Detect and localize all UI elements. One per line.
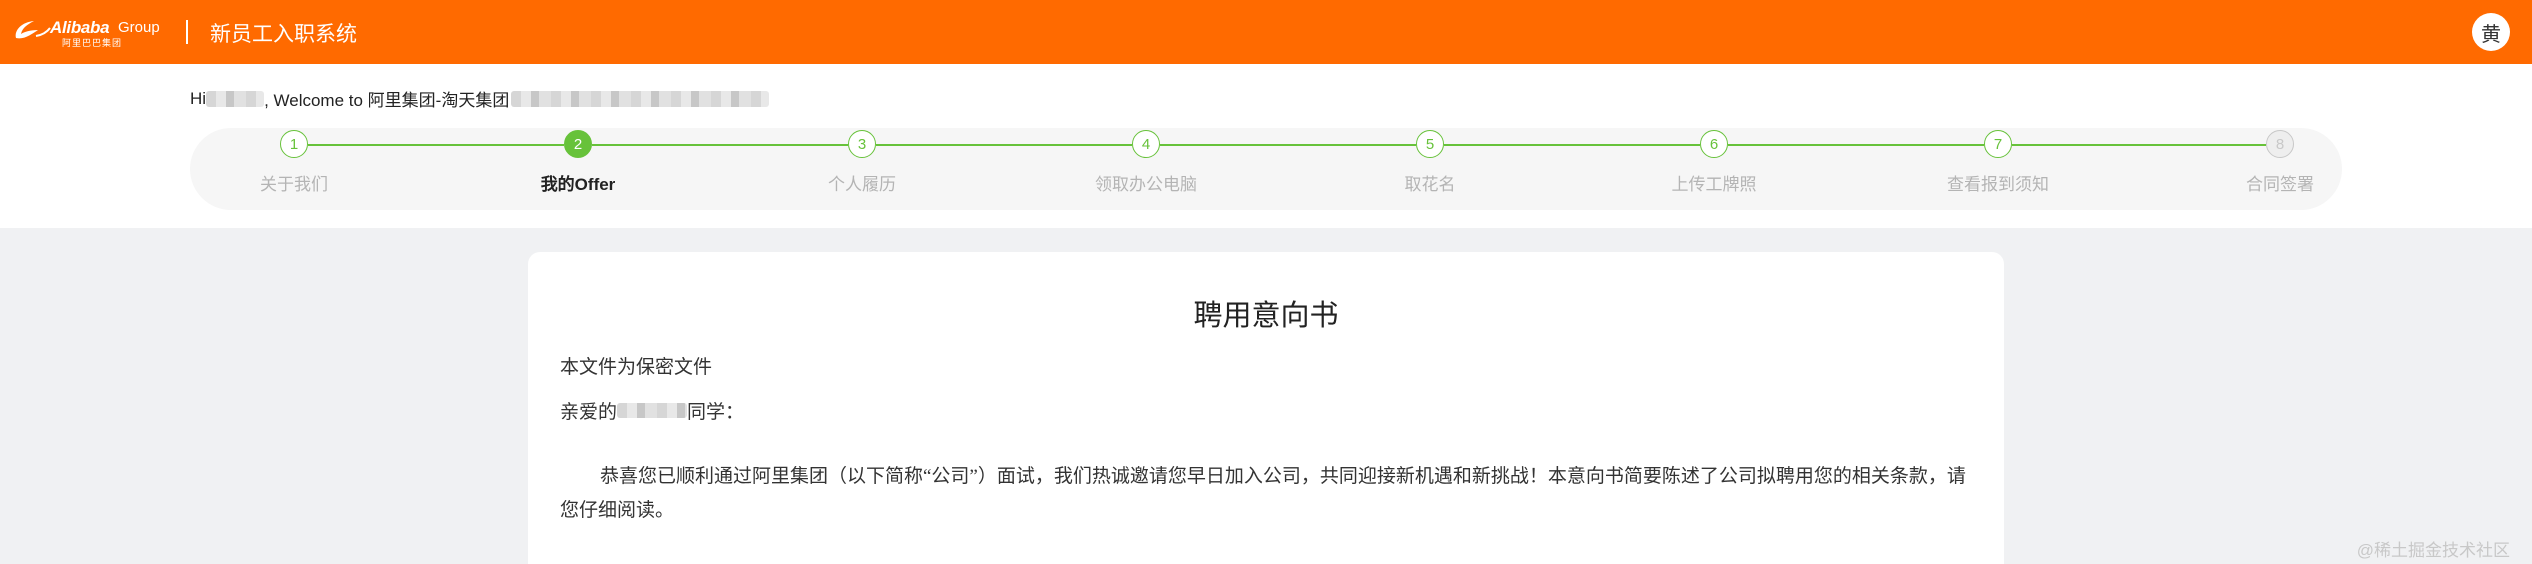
redacted-department (511, 90, 770, 107)
system-title: 新员工入职系统 (210, 23, 357, 46)
step-label: 合同签署 (2246, 175, 2314, 194)
user-avatar[interactable]: 黄 (2472, 13, 2510, 51)
logo-sub-text: 阿里巴巴集团 (62, 38, 123, 48)
logo-group-text: Group (118, 19, 160, 36)
document-title: 聘用意向书 (1193, 300, 1339, 332)
step-3[interactable]: 3 个人履历 (762, 128, 962, 210)
top-bar: Alibaba Group 阿里巴巴集团 新员工入职系统 黄 (0, 0, 2532, 64)
greeting-line: 亲爱的 同学： (560, 397, 744, 424)
header-divider (186, 20, 188, 44)
alibaba-smile-icon (15, 21, 51, 39)
step-number: 2 (564, 130, 592, 158)
alibaba-logo[interactable]: Alibaba Group 阿里巴巴集团 (12, 14, 164, 50)
step-label: 查看报到须知 (1947, 175, 2049, 194)
step-4[interactable]: 4 领取办公电脑 (1046, 128, 1246, 210)
step-label: 取花名 (1404, 175, 1456, 194)
step-number: 8 (2266, 130, 2294, 158)
step-number: 6 (1700, 130, 1728, 158)
watermark: @稀土掘金技术社区 (2356, 541, 2510, 560)
greeting-suffix: 同学： (687, 402, 745, 423)
offer-document-card: 聘用意向书 本文件为保密文件 亲爱的 同学： 恭喜您已顺利通过阿里集团（以下简称… (528, 252, 2004, 564)
confidential-notice: 本文件为保密文件 (560, 357, 713, 378)
step-label: 我的Offer (540, 175, 616, 194)
step-number: 1 (280, 130, 308, 158)
redacted-name (206, 90, 265, 107)
offer-paragraph: 恭喜您已顺利通过阿里集团（以下简称“公司”）面试，我们热诚邀请您早日加入公司，共… (560, 466, 1966, 521)
logo-brand-text: Alibaba (50, 18, 110, 37)
step-8[interactable]: 8 合同签署 (2180, 128, 2380, 210)
greeting-prefix: 亲爱的 (560, 402, 618, 423)
step-number: 7 (1984, 130, 2012, 158)
step-6[interactable]: 6 上传工牌照 (1614, 128, 1814, 210)
step-1[interactable]: 1 关于我们 (194, 128, 394, 210)
step-2[interactable]: 2 我的Offer (478, 128, 678, 210)
step-number: 5 (1416, 130, 1444, 158)
step-label: 个人履历 (828, 175, 896, 194)
step-number: 3 (848, 130, 876, 158)
step-7[interactable]: 7 查看报到须知 (1898, 128, 2098, 210)
step-label: 关于我们 (260, 175, 328, 194)
welcome-text: , Welcome to 阿里集团-淘天集团 (264, 91, 510, 110)
welcome-message: Hi , Welcome to 阿里集团-淘天集团 (190, 86, 770, 111)
welcome-prefix: Hi (190, 88, 207, 108)
onboarding-steps: 1 关于我们 2 我的Offer 3 个人履历 4 领取办公电脑 5 取花名 6 上传工牌照 7 查看报到… (190, 128, 2342, 210)
redacted-recipient (617, 403, 688, 418)
step-5[interactable]: 5 取花名 (1330, 128, 1530, 210)
step-number: 4 (1132, 130, 1160, 158)
step-label: 上传工牌照 (1671, 175, 1757, 194)
step-label: 领取办公电脑 (1095, 175, 1197, 194)
